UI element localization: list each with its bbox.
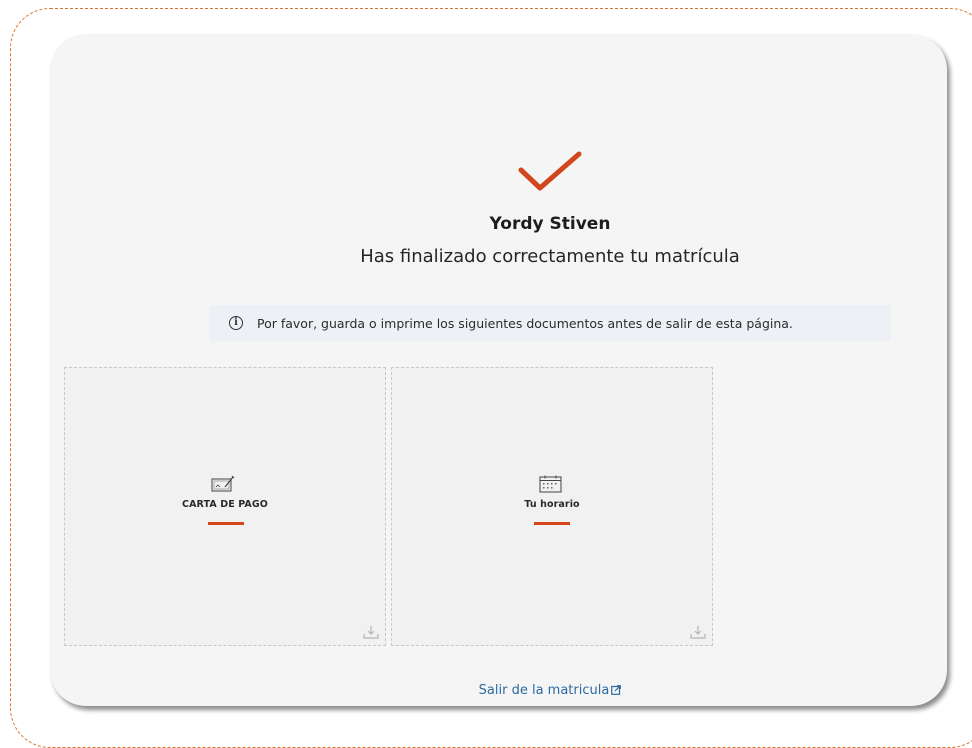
download-icon[interactable] <box>690 625 706 639</box>
schedule-tile[interactable]: Tu horario <box>391 367 713 646</box>
schedule-label: Tu horario <box>524 499 580 510</box>
payment-letter-icon <box>211 475 235 492</box>
schedule-underline <box>534 522 570 525</box>
external-link-icon <box>611 685 622 695</box>
checkmark-icon <box>518 151 582 191</box>
calendar-icon <box>539 475 562 493</box>
success-message: Has finalizado correctamente tu matrícul… <box>360 246 740 267</box>
download-icon[interactable] <box>363 625 379 639</box>
exit-enrollment-link[interactable]: Salir de la matricula <box>0 683 972 698</box>
info-icon: i <box>229 316 243 330</box>
payment-letter-underline <box>208 522 244 525</box>
info-notice: i Por favor, guarda o imprime los siguie… <box>209 305 891 341</box>
exit-enrollment-label: Salir de la matricula <box>478 683 610 698</box>
payment-letter-label: CARTA DE PAGO <box>182 499 268 510</box>
info-notice-text: Por favor, guarda o imprime los siguient… <box>257 315 793 331</box>
student-name: Yordy Stiven <box>489 214 611 234</box>
payment-letter-tile[interactable]: CARTA DE PAGO <box>64 367 386 646</box>
